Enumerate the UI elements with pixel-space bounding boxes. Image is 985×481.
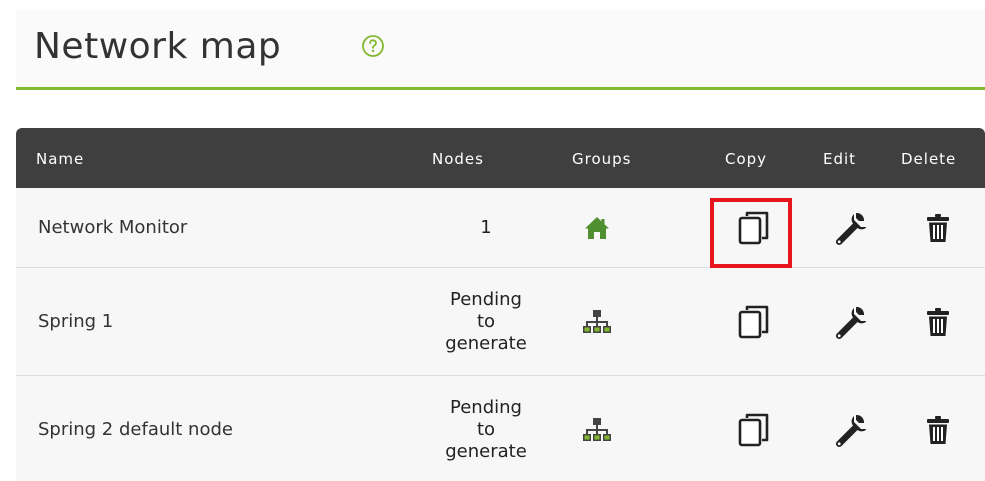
- column-header-edit: Edit: [823, 150, 857, 168]
- map-name-link[interactable]: Spring 2 default node: [38, 376, 233, 481]
- nodes-count: 1: [426, 188, 546, 267]
- column-header-name[interactable]: Name: [36, 128, 84, 188]
- table-row: Spring 1 Pending to generate: [16, 268, 985, 376]
- column-header-groups: Groups: [572, 150, 632, 168]
- table-row: Spring 2 default node Pending to generat…: [16, 376, 985, 481]
- copy-icon[interactable]: [728, 268, 778, 375]
- copy-icon[interactable]: [728, 376, 778, 481]
- nodes-text-line: to: [476, 310, 496, 332]
- wrench-icon[interactable]: [824, 188, 874, 267]
- column-header-copy: Copy: [725, 150, 768, 168]
- trash-icon[interactable]: [916, 188, 960, 267]
- map-name-link[interactable]: Network Monitor: [38, 188, 187, 267]
- page-header: Network map: [16, 10, 985, 90]
- trash-icon[interactable]: [916, 376, 960, 481]
- nodes-text-line: generate: [445, 440, 527, 462]
- table-row: Network Monitor 1: [16, 188, 985, 268]
- wrench-icon[interactable]: [824, 376, 874, 481]
- nodes-status: Pending to generate: [426, 376, 546, 481]
- column-header-nodes[interactable]: Nodes: [432, 128, 484, 188]
- wrench-icon[interactable]: [824, 268, 874, 375]
- help-circle-icon[interactable]: [361, 34, 385, 58]
- nodes-text-line: 1: [480, 216, 492, 238]
- nodes-text-line: generate: [445, 332, 527, 354]
- trash-icon[interactable]: [916, 268, 960, 375]
- page-title: Network map: [34, 26, 282, 67]
- nodes-status: Pending to generate: [426, 268, 546, 375]
- network-map-page: Network map Name Nodes Groups Copy Edit …: [0, 0, 985, 481]
- nodes-text-line: Pending: [450, 396, 522, 418]
- table-header: Name Nodes Groups Copy Edit Delete: [16, 128, 985, 188]
- map-name-link[interactable]: Spring 1: [38, 268, 113, 375]
- network-maps-table: Name Nodes Groups Copy Edit Delete Netwo…: [16, 128, 985, 481]
- network-tree-icon: [572, 268, 622, 375]
- nodes-text-line: Pending: [450, 288, 522, 310]
- nodes-text-line: to: [476, 418, 496, 440]
- home-icon: [572, 188, 622, 267]
- copy-highlight-box: [710, 198, 792, 268]
- network-tree-icon: [572, 376, 622, 481]
- column-header-delete: Delete: [901, 150, 957, 168]
